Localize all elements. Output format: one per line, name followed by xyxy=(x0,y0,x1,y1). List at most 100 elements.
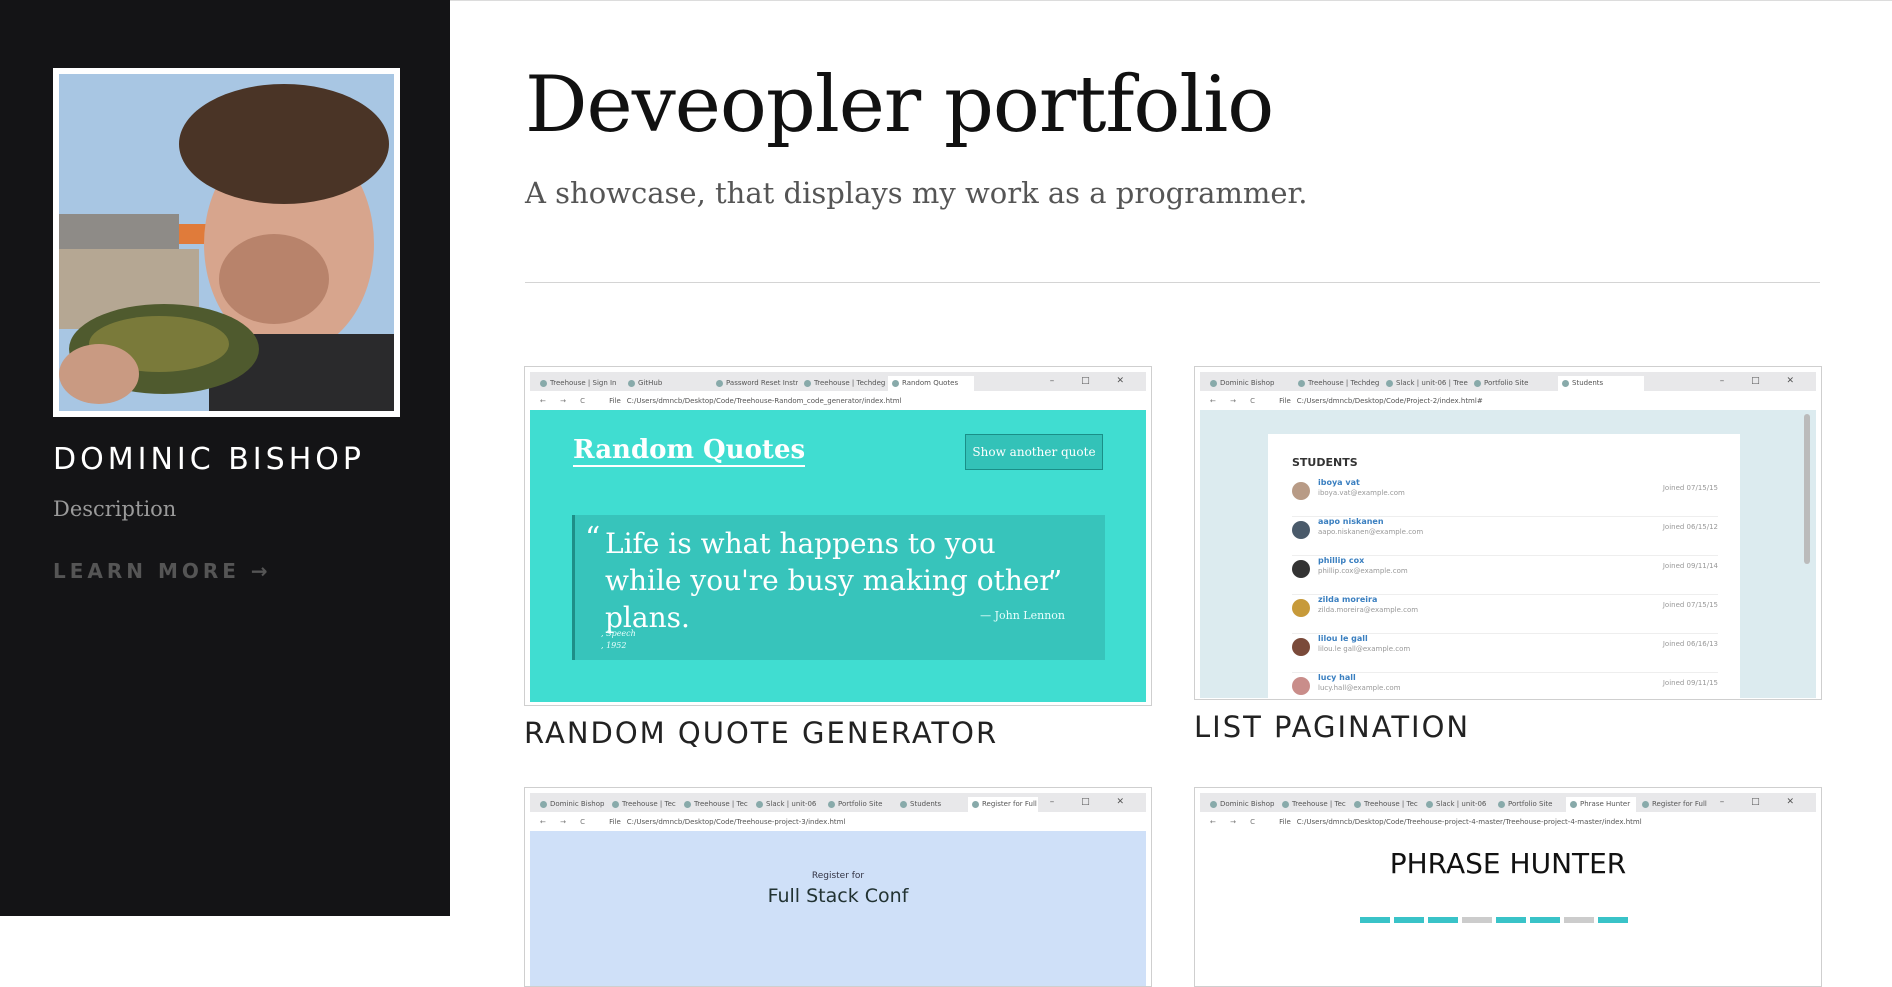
register-page: Register for Full Stack Conf xyxy=(530,831,1146,986)
quote-box: “ Life is what happens to you while you'… xyxy=(572,515,1105,660)
student-row: zilda moreira zilda.moreira@example.com … xyxy=(1292,595,1718,634)
close-quote-mark: ” xyxy=(1047,565,1063,600)
project-thumbnail[interactable]: Dominic Bishop Treehouse | Tec Treehouse… xyxy=(524,787,1152,987)
page-title: Deveopler portfolio xyxy=(525,60,1274,150)
browser-chrome: Dominic Bishop Treehouse | Techdegree Sl… xyxy=(1200,372,1816,410)
file-label: File xyxy=(609,817,621,826)
student-email: aapo.niskanen@example.com xyxy=(1318,528,1424,536)
header-divider xyxy=(525,282,1820,283)
window-controls: – □ ✕ xyxy=(1719,797,1806,807)
students-page: STUDENTS iboya vat iboya.vat@example.com… xyxy=(1200,410,1816,699)
page-subtitle: A showcase, that displays my work as a p… xyxy=(525,176,1308,210)
phrase-hunter-title: PHRASE HUNTER xyxy=(1389,847,1627,880)
phrase-tile xyxy=(1462,917,1492,923)
nav-buttons: ← → C xyxy=(1210,396,1262,405)
register-for-label: Register for xyxy=(811,871,865,881)
address-bar: ← → C File C:/Users/dmncb/Desktop/Code/T… xyxy=(530,812,1146,831)
url-text: C:/Users/dmncb/Desktop/Code/Treehouse-pr… xyxy=(626,817,846,826)
file-label: File xyxy=(1279,817,1291,826)
nav-buttons: ← → C xyxy=(540,396,592,405)
url-text: C:/Users/dmncb/Desktop/Code/Treehouse-pr… xyxy=(1296,817,1642,826)
student-joined: Joined 09/11/14 xyxy=(1662,562,1718,570)
quote-tag: , 1952 xyxy=(601,641,627,650)
browser-chrome: Treehouse | Sign In GitHub Password Rese… xyxy=(530,372,1146,410)
phrase-tile xyxy=(1428,917,1458,923)
student-joined: Joined 07/15/15 xyxy=(1662,601,1718,609)
conference-title: Full Stack Conf xyxy=(767,885,909,907)
project-thumbnail[interactable]: Dominic Bishop Treehouse | Techdegree Sl… xyxy=(1194,366,1822,700)
address-bar: ← → C File C:/Users/dmncb/Desktop/Code/P… xyxy=(1200,391,1816,410)
student-name: lilou le gall xyxy=(1318,634,1368,643)
student-name: zilda moreira xyxy=(1318,595,1378,604)
student-name: phillip cox xyxy=(1318,556,1365,565)
browser-tab: Treehouse | Techdegree xyxy=(800,376,886,391)
student-joined: Joined 06/15/12 xyxy=(1662,523,1718,531)
browser-tab: GitHub xyxy=(624,376,710,391)
random-quotes-page: Random Quotes Show another quote “ Life … xyxy=(530,410,1146,702)
browser-tab: Treehouse | Techdegree xyxy=(1294,376,1380,391)
avatar xyxy=(1292,521,1310,539)
students-heading: STUDENTS xyxy=(1292,456,1358,469)
project-thumbnail[interactable]: Treehouse | Sign In GitHub Password Rese… xyxy=(524,366,1152,706)
phrase-hunter-page: PHRASE HUNTER xyxy=(1200,831,1816,986)
file-label: File xyxy=(609,396,621,405)
nav-buttons: ← → C xyxy=(540,817,592,826)
profile-photo xyxy=(53,68,400,417)
browser-tab: Slack | unit-06 xyxy=(1422,797,1492,812)
avatar xyxy=(1292,560,1310,578)
student-email: lilou.le gall@example.com xyxy=(1318,645,1411,653)
student-joined: Joined 09/11/15 xyxy=(1662,679,1718,687)
project-thumbnail[interactable]: Dominic Bishop Treehouse | Tec Treehouse… xyxy=(1194,787,1822,987)
student-email: lucy.hall@example.com xyxy=(1318,684,1401,692)
window-controls: – □ ✕ xyxy=(1049,376,1136,386)
browser-tab: Phrase Hunter xyxy=(1566,797,1636,812)
phrase-tile xyxy=(1564,917,1594,923)
profile-name: DOMINIC BISHOP xyxy=(53,442,365,477)
browser-chrome: Dominic Bishop Treehouse | Tec Treehouse… xyxy=(530,793,1146,831)
student-name: aapo niskanen xyxy=(1318,517,1384,526)
browser-tab: Treehouse | Tec xyxy=(608,797,678,812)
quote-tag: , Speech xyxy=(601,629,636,638)
student-row: lucy hall lucy.hall@example.com Joined 0… xyxy=(1292,673,1718,699)
window-controls: – □ ✕ xyxy=(1719,376,1806,386)
learn-more-link[interactable]: LEARN MORE → xyxy=(53,559,272,583)
nav-buttons: ← → C xyxy=(1210,817,1262,826)
browser-tab: Treehouse | Sign In xyxy=(536,376,622,391)
url-text: C:/Users/dmncb/Desktop/Code/Treehouse-Ra… xyxy=(626,396,902,405)
browser-tab: Dominic Bishop xyxy=(536,797,606,812)
project-card-random-quote[interactable]: Treehouse | Sign In GitHub Password Rese… xyxy=(524,366,1152,750)
phrase-tiles xyxy=(1360,917,1628,923)
phrase-tile xyxy=(1530,917,1560,923)
phrase-tile xyxy=(1598,917,1628,923)
student-name: lucy hall xyxy=(1318,673,1356,682)
project-title[interactable]: RANDOM QUOTE GENERATOR xyxy=(524,716,1152,750)
rq-logo: Random Quotes xyxy=(573,435,806,467)
browser-tab: Slack | unit-06 xyxy=(752,797,822,812)
browser-tab: Slack | unit-06 | Treehouse xyxy=(1382,376,1468,391)
phrase-tile xyxy=(1496,917,1526,923)
project-card-phrase-hunter[interactable]: Dominic Bishop Treehouse | Tec Treehouse… xyxy=(1194,787,1822,987)
student-row: aapo niskanen aapo.niskanen@example.com … xyxy=(1292,517,1718,556)
browser-tab: Portfolio Site xyxy=(1494,797,1564,812)
project-card-register[interactable]: Dominic Bishop Treehouse | Tec Treehouse… xyxy=(524,787,1152,987)
student-row: iboya vat iboya.vat@example.com Joined 0… xyxy=(1292,478,1718,517)
project-title[interactable]: LIST PAGINATION xyxy=(1194,710,1822,744)
avatar xyxy=(1292,599,1310,617)
avatar xyxy=(1292,677,1310,695)
project-card-list-pagination[interactable]: Dominic Bishop Treehouse | Techdegree Sl… xyxy=(1194,366,1822,744)
profile-photo-illustration xyxy=(59,74,394,411)
scrollbar xyxy=(1804,414,1810,564)
browser-tab: Treehouse | Tec xyxy=(1278,797,1348,812)
browser-tab: Portfolio Site xyxy=(1470,376,1556,391)
open-quote-mark: “ xyxy=(585,521,601,556)
student-joined: Joined 07/15/15 xyxy=(1662,484,1718,492)
browser-tab: Register for Full xyxy=(968,797,1038,812)
browser-tab: Register for Full xyxy=(1638,797,1708,812)
phrase-tile xyxy=(1360,917,1390,923)
student-row: lilou le gall lilou.le gall@example.com … xyxy=(1292,634,1718,673)
browser-tab: Portfolio Site xyxy=(824,797,894,812)
avatar xyxy=(1292,638,1310,656)
student-row: phillip cox phillip.cox@example.com Join… xyxy=(1292,556,1718,595)
browser-tab: Students xyxy=(1558,376,1644,391)
window-controls: – □ ✕ xyxy=(1049,797,1136,807)
